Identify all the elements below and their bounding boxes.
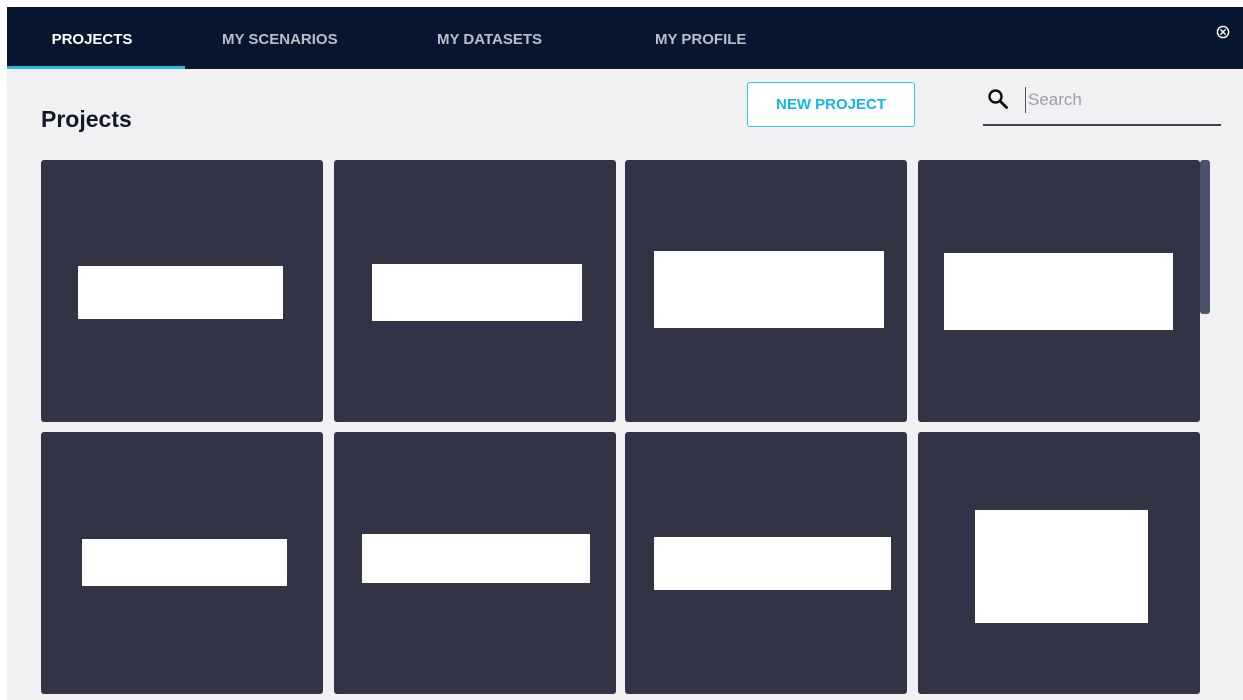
project-thumbnail (975, 510, 1148, 623)
app-window: PROJECTS MY SCENARIOS MY DATASETS MY PRO… (7, 7, 1243, 700)
scrollbar-thumb[interactable] (1200, 160, 1210, 314)
scrollbar[interactable] (1200, 160, 1210, 700)
project-thumbnail (78, 266, 283, 319)
project-thumbnail (82, 539, 287, 586)
close-icon[interactable] (1216, 25, 1230, 39)
project-card[interactable] (334, 432, 616, 694)
search-bar (983, 82, 1221, 126)
project-card[interactable] (41, 432, 323, 694)
project-thumbnail (654, 251, 884, 328)
project-card[interactable] (334, 160, 616, 422)
tab-my-datasets[interactable]: MY DATASETS (437, 7, 542, 69)
project-card[interactable] (918, 432, 1200, 694)
project-thumbnail (944, 253, 1173, 330)
tab-my-profile[interactable]: MY PROFILE (655, 7, 746, 69)
project-grid (41, 160, 1200, 700)
project-card[interactable] (625, 160, 907, 422)
top-navigation: PROJECTS MY SCENARIOS MY DATASETS MY PRO… (7, 7, 1243, 69)
tab-projects[interactable]: PROJECTS (7, 7, 185, 69)
project-card[interactable] (918, 160, 1200, 422)
project-thumbnail (372, 264, 582, 321)
search-input[interactable] (1025, 87, 1208, 113)
page-title: Projects (41, 106, 132, 132)
project-card[interactable] (41, 160, 323, 422)
project-thumbnail (654, 537, 891, 590)
new-project-button[interactable]: NEW PROJECT (747, 82, 915, 127)
tab-my-scenarios[interactable]: MY SCENARIOS (222, 7, 338, 69)
project-card[interactable] (625, 432, 907, 694)
project-thumbnail (362, 534, 590, 583)
search-icon (988, 89, 1008, 109)
